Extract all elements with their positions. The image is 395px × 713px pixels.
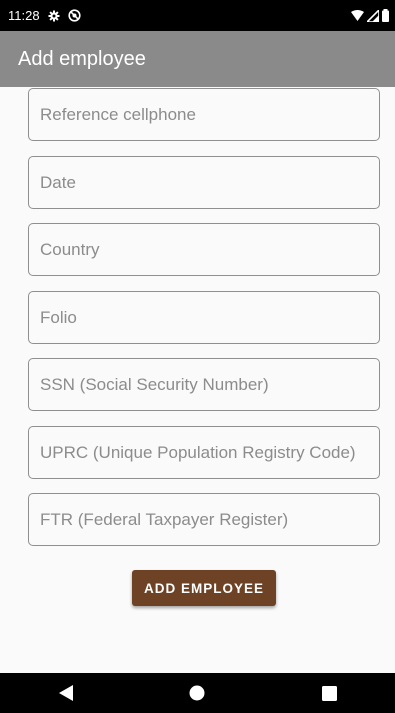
ssn-field[interactable]: SSN (Social Security Number): [28, 358, 380, 411]
folio-field[interactable]: Folio: [28, 291, 380, 344]
field-placeholder: Folio: [40, 307, 77, 327]
recents-icon: [321, 685, 337, 701]
signal-icon: [367, 9, 379, 22]
add-employee-button-label: ADD EMPLOYEE: [143, 580, 264, 596]
back-button[interactable]: [36, 673, 96, 713]
page-title: Add employee: [18, 47, 146, 70]
status-bar: 11:28: [0, 0, 395, 31]
field-placeholder: SSN (Social Security Number): [40, 374, 269, 394]
home-button[interactable]: [167, 673, 227, 713]
field-placeholder: FTR (Federal Taxpayer Register): [40, 509, 289, 529]
field-placeholder: Country: [40, 239, 100, 259]
add-employee-button[interactable]: ADD EMPLOYEE: [132, 570, 276, 606]
wifi-icon: [351, 10, 364, 21]
date-field[interactable]: Date: [28, 156, 380, 209]
app-bar: Add employee: [0, 31, 395, 87]
field-placeholder: Reference cellphone: [40, 104, 196, 124]
ftr-field[interactable]: FTR (Federal Taxpayer Register): [28, 493, 380, 546]
country-field[interactable]: Country: [28, 223, 380, 276]
uprc-field[interactable]: UPRC (Unique Population Registry Code): [28, 426, 380, 479]
field-placeholder: Date: [40, 172, 76, 192]
navigation-bar: [0, 673, 395, 713]
status-time: 11:28: [8, 8, 40, 23]
reference-cellphone-field[interactable]: Reference cellphone: [28, 88, 380, 141]
settings-icon: [48, 10, 60, 22]
home-icon: [189, 685, 205, 701]
do-not-disturb-icon: [67, 9, 81, 22]
recents-button[interactable]: [299, 673, 359, 713]
field-placeholder: UPRC (Unique Population Registry Code): [40, 442, 356, 462]
back-icon: [58, 685, 73, 701]
battery-icon: [382, 9, 389, 22]
